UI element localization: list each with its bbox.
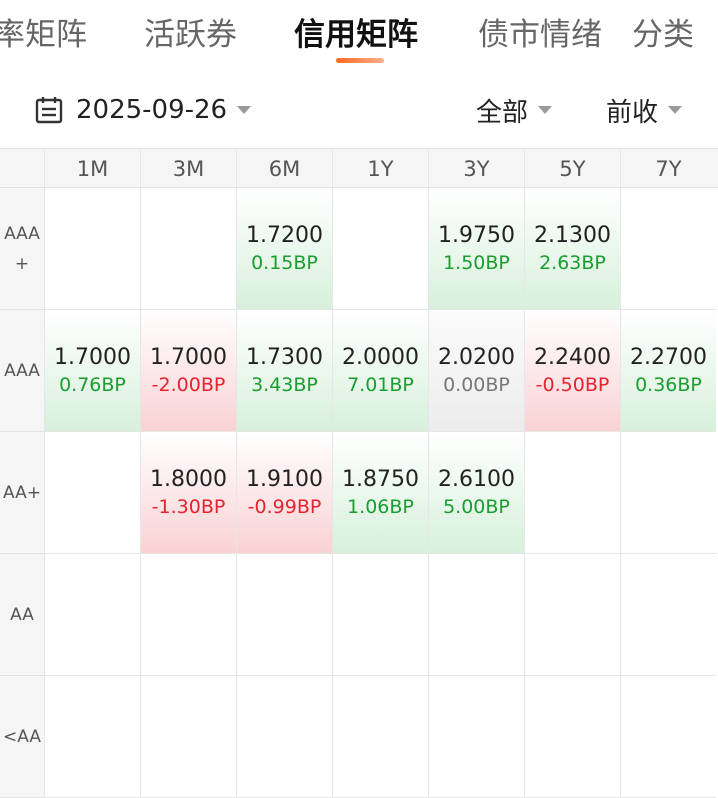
column-header-5y: 5Y [524,149,620,189]
matrix-cell-empty [620,188,716,310]
matrix-cell[interactable]: 2.0200 0.00BP [428,310,524,432]
chevron-down-icon [668,106,683,114]
matrix-cell-empty [620,432,716,554]
column-header-row: 1M 3M 6M 1Y 3Y 5Y 7Y [0,148,718,189]
matrix-cell-empty [620,676,716,798]
row-header: AAA + [0,188,44,310]
matrix-cell[interactable]: 2.2700 0.36BP [620,310,716,432]
yield-change: 1.50BP [443,251,510,274]
yield-change: -1.30BP [151,495,226,518]
yield-change: 5.00BP [443,495,510,518]
chevron-down-icon [237,106,252,114]
column-header-7y: 7Y [620,149,716,189]
matrix-cell[interactable]: 1.9750 1.50BP [428,188,524,310]
yield-change: 1.06BP [347,495,414,518]
tab-rate-matrix[interactable]: 率矩阵 [0,14,87,56]
column-header-1y: 1Y [332,149,428,189]
yield-value: 1.9750 [438,222,515,248]
matrix-cell[interactable]: 2.0000 7.01BP [332,310,428,432]
column-header-1m: 1M [44,149,140,189]
matrix-cell[interactable]: 2.2400 -0.50BP [524,310,620,432]
yield-value: 1.7300 [246,344,323,370]
filter-bar: 2025-09-26 全部 前收 [0,72,718,148]
yield-change: 3.43BP [251,373,318,396]
matrix-cell-empty [524,432,620,554]
yield-change: 2.63BP [539,251,606,274]
tab-credit-matrix[interactable]: 信用矩阵 [294,14,418,56]
matrix-cell-empty [428,554,524,676]
yield-value: 2.2400 [534,344,611,370]
yield-value: 1.8000 [150,466,227,492]
matrix-cell[interactable]: 2.1300 2.63BP [524,188,620,310]
chevron-down-icon [538,106,553,114]
credit-matrix-grid: 1M 3M 6M 1Y 3Y 5Y 7Y AAA +1.7200 0.15BP 1.9750 1.… [0,148,718,798]
calendar-icon [35,97,63,124]
yield-value: 1.8750 [342,466,419,492]
row-header: AA [0,554,44,676]
matrix-cell[interactable]: 1.8000 -1.30BP [140,432,236,554]
yield-value: 2.1300 [534,222,611,248]
matrix-cell[interactable]: 1.7000 -2.00BP [140,310,236,432]
matrix-cell-empty [428,676,524,798]
row-header: <AA [0,676,44,798]
matrix-cell[interactable]: 1.7300 3.43BP [236,310,332,432]
yield-change: 7.01BP [347,373,414,396]
yield-value: 2.2700 [630,344,707,370]
matrix-cell[interactable]: 1.9100 -0.99BP [236,432,332,554]
matrix-cell-empty [140,554,236,676]
matrix-cell-empty [332,188,428,310]
matrix-cell[interactable]: 2.6100 5.00BP [428,432,524,554]
row-header: AAA [0,310,44,432]
column-header-3y: 3Y [428,149,524,189]
matrix-cell[interactable]: 1.7200 0.15BP [236,188,332,310]
matrix-cell-empty [140,676,236,798]
active-tab-indicator [336,58,384,63]
yield-value: 1.9100 [246,466,323,492]
matrix-cell-empty [236,554,332,676]
yield-value: 1.7000 [150,344,227,370]
matrix-cell-empty [236,676,332,798]
yield-value: 1.7000 [54,344,131,370]
column-header-6m: 6M [236,149,332,189]
yield-value: 2.0200 [438,344,515,370]
yield-change: 0.00BP [443,373,510,396]
tab-category[interactable]: 分类 [632,14,694,56]
matrix-cell-empty [620,554,716,676]
matrix-cell[interactable]: 1.8750 1.06BP [332,432,428,554]
basis-dropdown[interactable]: 前收 [606,90,683,130]
yield-value: 2.0000 [342,344,419,370]
matrix-cell-empty [44,432,140,554]
category-label: 全部 [476,97,529,128]
matrix-cell-empty [332,676,428,798]
matrix-cell-empty [332,554,428,676]
tab-active-bonds[interactable]: 活跃券 [144,14,237,56]
yield-change: -0.50BP [535,373,610,396]
column-header-3m: 3M [140,149,236,189]
date-value: 2025-09-26 [76,95,228,125]
top-tab-bar: 率矩阵 活跃券 信用矩阵 债市情绪 分类 [0,0,718,72]
yield-value: 1.7200 [246,222,323,248]
yield-change: 0.76BP [59,373,126,396]
matrix-cell-empty [524,554,620,676]
matrix-cell-empty [44,554,140,676]
yield-change: 0.36BP [635,373,702,396]
matrix-cell-empty [44,188,140,310]
yield-change: 0.15BP [251,251,318,274]
yield-value: 2.6100 [438,466,515,492]
matrix-cell-empty [44,676,140,798]
matrix-cell-empty [524,676,620,798]
basis-label: 前收 [606,97,659,128]
matrix-cell-empty [140,188,236,310]
matrix-cell[interactable]: 1.7000 0.76BP [44,310,140,432]
yield-change: -0.99BP [247,495,322,518]
tab-bond-sentiment[interactable]: 债市情绪 [478,14,602,56]
date-selector[interactable]: 2025-09-26 [34,90,252,130]
yield-change: -2.00BP [151,373,226,396]
row-header: AA+ [0,432,44,554]
category-dropdown[interactable]: 全部 [476,90,553,130]
